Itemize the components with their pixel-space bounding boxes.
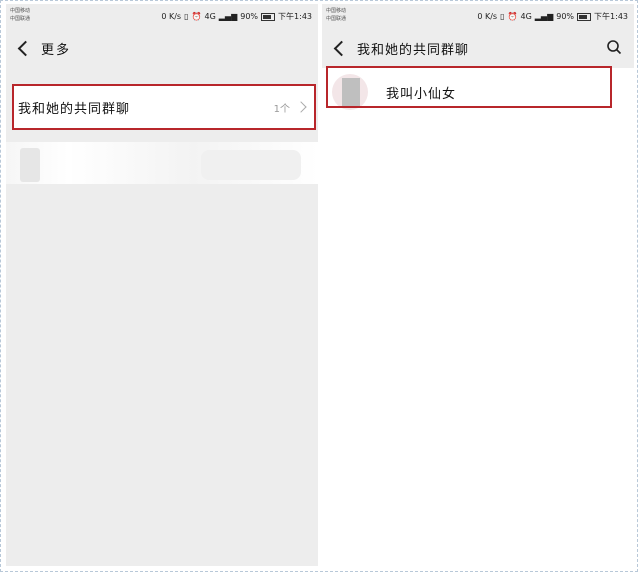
carrier-1: 中国移动 <box>326 8 347 14</box>
carrier-info: 中国移动 中国联通 <box>326 7 346 23</box>
back-icon[interactable] <box>333 40 350 56</box>
nav-bar: 我和她的共同群聊 <box>322 28 634 68</box>
page-title: 更多 <box>41 42 72 58</box>
vibrate-icon: ▯ <box>500 12 505 21</box>
carrier-2: 中国联通 <box>326 16 347 22</box>
signal-label: 4G <box>520 12 532 21</box>
status-bar: 中国移动 中国联通 0 K/s ▯ ⏰ 4G ▂▄▆ 90% 下午1:43 <box>6 4 318 28</box>
signal-label: 4G <box>204 12 216 21</box>
network-speed: 0 K/s <box>477 12 498 21</box>
vibrate-icon: ▯ <box>184 12 189 21</box>
right-screen: 中国移动 中国联通 0 K/s ▯ ⏰ 4G ▂▄▆ 90% 下午1:43 我和… <box>322 4 634 566</box>
highlight-box <box>12 84 316 130</box>
carrier-2: 中国联通 <box>10 16 31 22</box>
back-icon[interactable] <box>17 40 34 56</box>
battery-icon <box>577 12 592 21</box>
carrier-1: 中国移动 <box>10 8 31 14</box>
clock: 下午1:43 <box>594 12 628 21</box>
page-title: 我和她的共同群聊 <box>357 42 470 58</box>
network-speed: 0 K/s <box>161 12 182 21</box>
battery-percent: 90% <box>556 12 575 21</box>
battery-percent: 90% <box>240 12 259 21</box>
clock: 下午1:43 <box>278 12 312 21</box>
left-screen: 中国移动 中国联通 0 K/s ▯ ⏰ 4G ▂▄▆ 90% 下午1:43 更多… <box>6 4 318 566</box>
carrier-info: 中国移动 中国联通 <box>10 7 30 23</box>
alarm-icon: ⏰ <box>191 12 202 21</box>
blurred-block <box>201 150 301 180</box>
signal-icon: ▂▄▆ <box>534 12 554 21</box>
battery-icon <box>261 12 276 21</box>
status-icons: 0 K/s ▯ ⏰ 4G ▂▄▆ 90% 下午1:43 <box>477 11 628 22</box>
highlight-box <box>326 66 612 108</box>
status-bar: 中国移动 中国联通 0 K/s ▯ ⏰ 4G ▂▄▆ 90% 下午1:43 <box>322 4 634 28</box>
alarm-icon: ⏰ <box>507 12 518 21</box>
nav-bar: 更多 <box>6 28 318 68</box>
search-icon[interactable] <box>606 39 622 55</box>
status-icons: 0 K/s ▯ ⏰ 4G ▂▄▆ 90% 下午1:43 <box>161 11 312 22</box>
signal-icon: ▂▄▆ <box>218 12 238 21</box>
blurred-avatar <box>20 148 40 182</box>
